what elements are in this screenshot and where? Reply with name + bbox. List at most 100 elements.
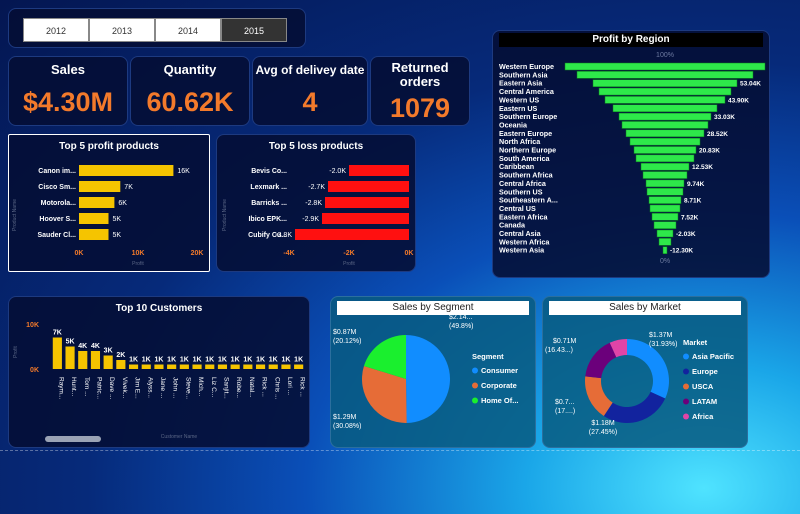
top-profit-chart: Product Name Canon im... 16K Cisco Sm... 7K M… — [12, 165, 204, 267]
bar — [79, 181, 121, 192]
bar — [79, 165, 174, 176]
data-label: 9.74K — [687, 181, 705, 188]
category-label: Hoover S... — [39, 216, 76, 223]
y-axis-label: Product Name — [12, 199, 18, 231]
customers-scrollbar[interactable] — [45, 436, 101, 442]
data-label: 4K — [91, 343, 100, 350]
data-label: $1.29M — [333, 414, 357, 421]
data-label: $0.87M — [333, 329, 357, 336]
data-label: 12.53K — [692, 164, 713, 171]
data-label: 5K — [113, 232, 122, 239]
bar — [90, 351, 101, 369]
funnel-bar — [646, 188, 684, 196]
bar — [192, 364, 202, 369]
bar — [268, 364, 278, 369]
legend-marker — [472, 397, 478, 404]
category-label: Chris ... — [273, 377, 280, 400]
sales-market-card: Sales by Market Market Asia Pacific Europe… — [542, 296, 748, 448]
page-divider — [0, 450, 800, 451]
category-label: Barricks ... — [251, 200, 287, 207]
bar — [154, 364, 164, 369]
bar — [230, 364, 240, 369]
funnel-bar — [642, 171, 688, 179]
category-label: Sanjit... — [222, 377, 229, 399]
funnel-bar — [618, 112, 712, 121]
category-label: Lori ... — [286, 377, 293, 395]
category-label: Hunt... — [70, 377, 77, 396]
legend-marker — [683, 398, 689, 405]
legend-marker — [683, 353, 689, 360]
bar — [281, 364, 291, 369]
bar — [79, 229, 109, 240]
year-button-2014[interactable]: 2014 — [155, 18, 221, 42]
bar — [65, 346, 75, 369]
category-label: Rick ... — [261, 377, 268, 397]
data-label: 7K — [124, 184, 133, 191]
data-label: 1K — [167, 357, 176, 364]
slice — [603, 391, 666, 423]
top-loss-chart: Product Name Bevis Co... -2.0K Lexmark ... -… — [222, 165, 414, 267]
slice — [406, 335, 450, 423]
data-label: 1K — [256, 357, 265, 364]
bar — [128, 364, 139, 369]
kpi-delivery-value: 4 — [302, 87, 318, 117]
x-tick-label: 0K — [405, 250, 414, 257]
kpi-delivery-label: Avg of delivey date — [255, 63, 365, 77]
category-label: Dave ... — [108, 377, 115, 400]
x-tick-label: 10K — [132, 250, 145, 257]
data-label: 33.03K — [714, 114, 735, 121]
sales-segment-card: Sales by Segment Segment Consumer Corporat… — [330, 296, 536, 448]
data-label: -2.03K — [676, 231, 696, 238]
data-label: 53.04K — [740, 81, 761, 88]
x-tick-label: -4K — [283, 250, 294, 257]
legend-label: LATAM — [692, 397, 717, 406]
funnel-bottom-label: 0% — [660, 258, 670, 265]
funnel-bar — [604, 96, 726, 104]
category-label: Vivek... — [121, 377, 128, 398]
data-label: 1K — [142, 357, 151, 364]
data-label: (31.93%) — [649, 341, 677, 348]
data-label: 1K — [180, 357, 189, 364]
x-axis-label: Profit — [343, 261, 355, 267]
x-axis-label: Customer Name — [161, 434, 198, 440]
legend-title: Segment — [472, 352, 504, 361]
bar — [103, 355, 113, 369]
data-label: 1K — [294, 357, 303, 364]
data-label: $1.18M — [591, 420, 615, 427]
data-label: 1K — [205, 357, 214, 364]
funnel-bar — [662, 246, 668, 254]
category-label: Raym... — [57, 377, 64, 400]
y-tick-label: 0K — [30, 367, 39, 374]
data-label: -2.8K — [305, 200, 322, 207]
data-label: 1K — [243, 357, 252, 364]
year-button-2015[interactable]: 2015 — [221, 18, 287, 42]
data-label: 6K — [118, 200, 127, 207]
year-button-2013[interactable]: 2013 — [89, 18, 155, 42]
data-label: 2K — [116, 352, 125, 359]
funnel-bar — [658, 238, 672, 246]
funnel-bar — [648, 196, 682, 204]
funnel-bar — [576, 71, 754, 79]
category-label: John ... — [172, 377, 179, 399]
data-label: 28.52K — [707, 131, 728, 138]
x-tick-label: 20K — [191, 250, 204, 257]
category-label: Liz C... — [210, 377, 217, 397]
bar — [179, 364, 189, 369]
funnel-bar — [651, 213, 679, 221]
category-label: Jane ... — [159, 377, 166, 399]
year-button-2012[interactable]: 2012 — [23, 18, 89, 42]
category-label: Alyss... — [146, 377, 153, 398]
category-label: Lexmark ... — [250, 184, 287, 191]
category-label: Bevis Co... — [251, 168, 287, 175]
data-label: -2.0K — [329, 168, 346, 175]
category-label: Ibico EPK... — [248, 216, 287, 223]
bar — [217, 364, 228, 369]
legend-label: Consumer — [481, 366, 518, 375]
legend-marker — [683, 383, 689, 390]
bar — [294, 364, 304, 369]
category-label: Jim E... — [134, 377, 141, 399]
data-label: 1K — [154, 357, 163, 364]
y-axis-label: Product Name — [222, 199, 228, 231]
kpi-returned-card: Returned orders 1079 — [370, 56, 470, 126]
bar — [322, 213, 409, 224]
